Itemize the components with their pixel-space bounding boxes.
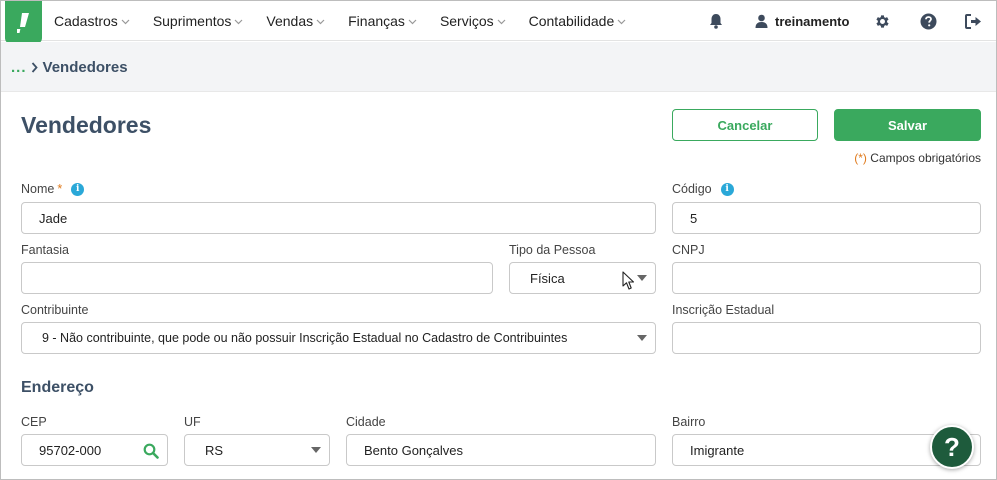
cidade-label: Cidade	[346, 415, 386, 429]
menu-financas[interactable]: Finanças	[348, 13, 417, 29]
sign-out-icon[interactable]	[963, 11, 983, 31]
bairro-label: Bairro	[672, 415, 706, 429]
tipo-pessoa-value: Física	[530, 270, 565, 286]
inscricao-estadual-input[interactable]	[672, 322, 981, 354]
required-marker: (*)	[854, 151, 867, 165]
cancel-button[interactable]: Cancelar	[672, 109, 818, 141]
bell-icon[interactable]	[706, 11, 726, 31]
menu-label: Serviços	[439, 13, 494, 29]
user-menu[interactable]: treinamento	[755, 1, 849, 41]
codigo-input[interactable]: 5	[672, 202, 981, 234]
codigo-label-text: Código	[672, 182, 712, 196]
cidade-input[interactable]: Bento Gonçalves	[346, 434, 656, 466]
menu-label: Vendas	[266, 13, 314, 29]
cep-value: 95702-000	[39, 442, 102, 458]
caret-down-icon	[637, 335, 647, 341]
cep-input[interactable]: 95702-000	[21, 434, 168, 466]
menu-label: Suprimentos	[152, 13, 232, 29]
page-title: Vendedores	[21, 112, 152, 138]
cnpj-label: CNPJ	[672, 243, 705, 257]
contribuinte-label: Contribuinte	[21, 303, 89, 317]
chevron-down-icon	[617, 19, 626, 25]
caret-down-icon	[311, 447, 321, 453]
contribuinte-value: 9 - Não contribuinte, que pode ou não po…	[42, 331, 568, 345]
menu-vendas[interactable]: Vendas	[266, 13, 325, 29]
cnpj-input[interactable]	[672, 262, 981, 294]
menu-suprimentos[interactable]: Suprimentos	[153, 13, 244, 29]
menu-cadastros[interactable]: Cadastros	[54, 13, 130, 29]
save-button[interactable]: Salvar	[834, 109, 981, 141]
menu-label: Contabilidade	[528, 13, 615, 29]
nome-value: Jade	[39, 210, 68, 226]
contribuinte-select[interactable]: 9 - Não contribuinte, que pode ou não po…	[21, 322, 656, 354]
fantasia-label: Fantasia	[21, 243, 69, 257]
exclamation-logo-icon[interactable]	[5, 1, 42, 44]
required-asterisk: *	[57, 182, 63, 196]
top-navbar: Cadastros Suprimentos Vendas Finanças Se…	[1, 1, 996, 44]
inscricao-estadual-label: Inscrição Estadual	[672, 303, 775, 317]
cidade-value: Bento Gonçalves	[364, 442, 464, 458]
chevron-right-icon	[31, 62, 38, 73]
required-fields-note: (*) Campos obrigatórios	[851, 151, 981, 165]
main-menu: Cadastros Suprimentos Vendas Finanças Se…	[54, 1, 649, 41]
chevron-down-icon	[121, 19, 130, 25]
nome-label: Nome * i	[21, 182, 85, 196]
bairro-value: Imigrante	[690, 442, 745, 458]
user-name: treinamento	[775, 13, 850, 29]
chevron-down-icon	[497, 19, 506, 25]
codigo-value: 5	[690, 210, 698, 226]
question-circle-icon[interactable]	[918, 11, 938, 31]
menu-label: Cadastros	[54, 13, 118, 29]
chevron-down-icon	[234, 19, 243, 25]
chevron-down-icon	[408, 19, 417, 25]
breadcrumb: ... Vendedores	[11, 59, 128, 76]
breadcrumb-bar: ... Vendedores	[1, 42, 996, 92]
user-icon	[755, 14, 768, 28]
info-icon[interactable]: i	[720, 182, 734, 196]
search-icon[interactable]	[143, 443, 159, 462]
menu-servicos[interactable]: Serviços	[440, 13, 506, 29]
uf-label: UF	[184, 415, 201, 429]
nome-label-text: Nome	[21, 182, 55, 196]
fantasia-input[interactable]	[21, 262, 493, 294]
endereco-section-title: Endereço	[21, 379, 94, 396]
breadcrumb-ellipsis[interactable]: ...	[11, 59, 27, 76]
app-window: Cadastros Suprimentos Vendas Finanças Se…	[0, 0, 997, 480]
help-chat-button[interactable]: ?	[930, 425, 974, 469]
nome-input[interactable]: Jade	[21, 202, 656, 234]
cep-label: CEP	[21, 415, 47, 429]
info-icon[interactable]: i	[71, 182, 85, 196]
gear-icon[interactable]	[872, 11, 892, 31]
codigo-label: Código i	[672, 182, 734, 196]
mouse-cursor-icon	[622, 271, 635, 296]
menu-label: Finanças	[348, 13, 405, 29]
tipo-pessoa-label: Tipo da Pessoa	[509, 243, 596, 257]
required-text: Campos obrigatórios	[866, 151, 981, 165]
chevron-down-icon	[316, 19, 325, 25]
menu-contabilidade[interactable]: Contabilidade	[529, 13, 627, 29]
caret-down-icon	[637, 275, 647, 281]
uf-select[interactable]: RS	[184, 434, 330, 466]
breadcrumb-current: Vendedores	[42, 59, 128, 76]
uf-value: RS	[205, 442, 224, 458]
